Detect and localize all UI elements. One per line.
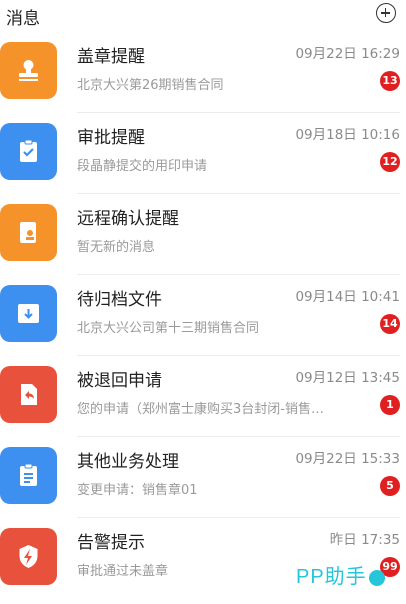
message-preview: 北京大兴第26期销售合同 [77, 78, 224, 93]
message-time: 09月14日 10:41 [295, 289, 400, 305]
message-item-other-business[interactable]: 其他业务处理 09月22日 15:33 变更申请：销售章01 5 [0, 437, 406, 518]
message-title: 其他业务处理 [77, 452, 179, 472]
watermark: PP助手 [296, 560, 385, 589]
unread-badge: 1 [380, 395, 400, 415]
message-title: 待归档文件 [77, 290, 162, 310]
message-title: 告警提示 [77, 533, 145, 553]
message-preview: 北京大兴公司第十三期销售合同 [77, 321, 260, 336]
message-item-approval[interactable]: 审批提醒 09月18日 10:16 段晶静提交的用印申请 12 [0, 113, 406, 194]
message-title: 被退回申请 [77, 371, 162, 391]
unread-badge: 12 [380, 152, 400, 172]
return-icon [0, 366, 57, 423]
message-title: 远程确认提醒 [77, 209, 179, 229]
remote-stamp-icon [0, 204, 57, 261]
alert-bolt-icon [0, 528, 57, 585]
message-item-archive[interactable]: 待归档文件 09月14日 10:41 北京大兴公司第十三期销售合同 14 [0, 275, 406, 356]
message-preview: 暂无新的消息 [77, 240, 156, 255]
message-item-stamp[interactable]: 盖章提醒 09月22日 16:29 北京大兴第26期销售合同 13 [0, 32, 406, 113]
message-time: 09月22日 16:29 [295, 46, 400, 62]
message-time: 09月18日 10:16 [295, 127, 400, 143]
message-preview: 您的申请（郑州富士康购买3台封闭-销售… [77, 402, 324, 417]
unread-badge: 14 [380, 314, 400, 334]
clipboard-check-icon [0, 123, 57, 180]
watermark-logo-icon [368, 569, 385, 586]
add-icon[interactable] [376, 3, 396, 23]
message-item-returned[interactable]: 被退回申请 09月12日 13:45 您的申请（郑州富士康购买3台封闭-销售… … [0, 356, 406, 437]
message-time: 09月12日 13:45 [295, 370, 400, 386]
unread-badge: 5 [380, 476, 400, 496]
message-item-remote-confirm[interactable]: 远程确认提醒 暂无新的消息 [0, 194, 406, 275]
message-preview: 段晶静提交的用印申请 [77, 159, 208, 174]
message-time: 昨日 17:35 [329, 532, 400, 548]
page-title: 消息 [6, 9, 40, 29]
message-list: 盖章提醒 09月22日 16:29 北京大兴第26期销售合同 13 审批提醒 0… [0, 32, 406, 599]
message-title: 审批提醒 [77, 128, 145, 148]
archive-icon [0, 285, 57, 342]
message-preview: 变更申请：销售章01 [77, 483, 198, 498]
message-time: 09月22日 15:33 [295, 451, 400, 467]
document-list-icon [0, 447, 57, 504]
watermark-text: PP助手 [296, 566, 367, 588]
stamp-icon [0, 42, 57, 99]
unread-badge: 13 [380, 71, 400, 91]
message-title: 盖章提醒 [77, 47, 145, 67]
header: 消息 [0, 0, 406, 30]
